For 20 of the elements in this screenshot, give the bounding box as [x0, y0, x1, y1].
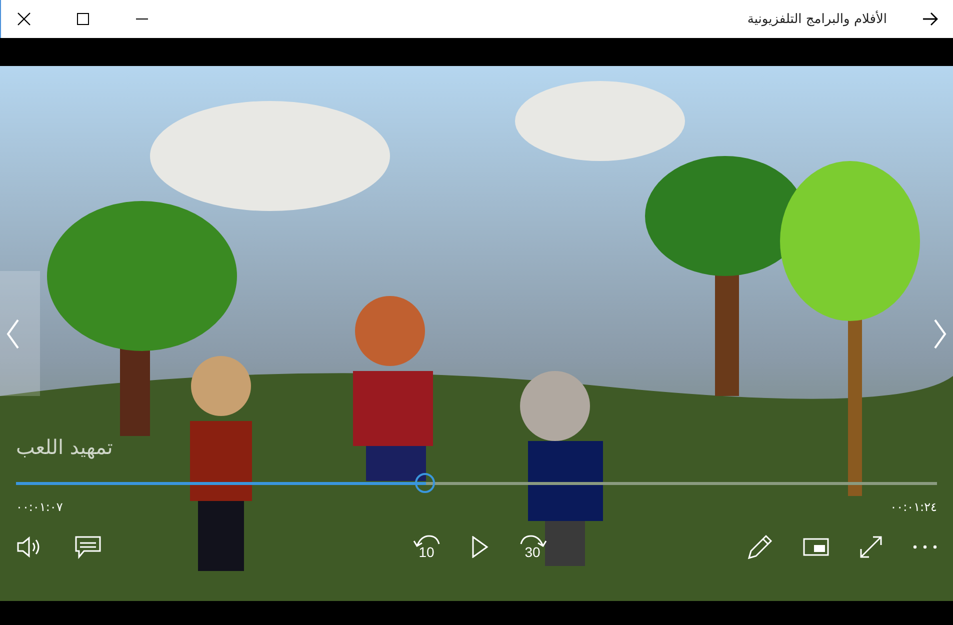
play-button[interactable] — [470, 536, 488, 558]
skip-back-button[interactable]: 10 — [412, 535, 440, 559]
back-arrow-icon — [922, 12, 938, 26]
captions-button[interactable] — [74, 535, 102, 559]
skip-forward-button[interactable]: 30 — [518, 535, 546, 559]
video-title: تمهيد اللعب — [16, 435, 113, 459]
progress-thumb[interactable] — [414, 473, 435, 493]
next-button[interactable] — [933, 319, 947, 349]
pencil-button[interactable] — [747, 534, 773, 560]
close-icon — [17, 12, 31, 26]
mini-view-button[interactable] — [803, 538, 829, 556]
chevron-left-icon — [6, 318, 20, 348]
fullscreen-button[interactable] — [859, 535, 883, 559]
chevron-right-icon — [933, 319, 947, 349]
remaining-time: ٠٠:٠١:٢٤ — [890, 500, 937, 514]
more-button[interactable] — [913, 545, 937, 549]
progress-slider[interactable] — [16, 472, 937, 494]
elapsed-time: ٠٠:٠١:٠٧ — [16, 500, 63, 514]
maximize-icon — [77, 13, 89, 25]
window-title: الأفلام والبرامج التلفزيونية — [747, 12, 887, 26]
